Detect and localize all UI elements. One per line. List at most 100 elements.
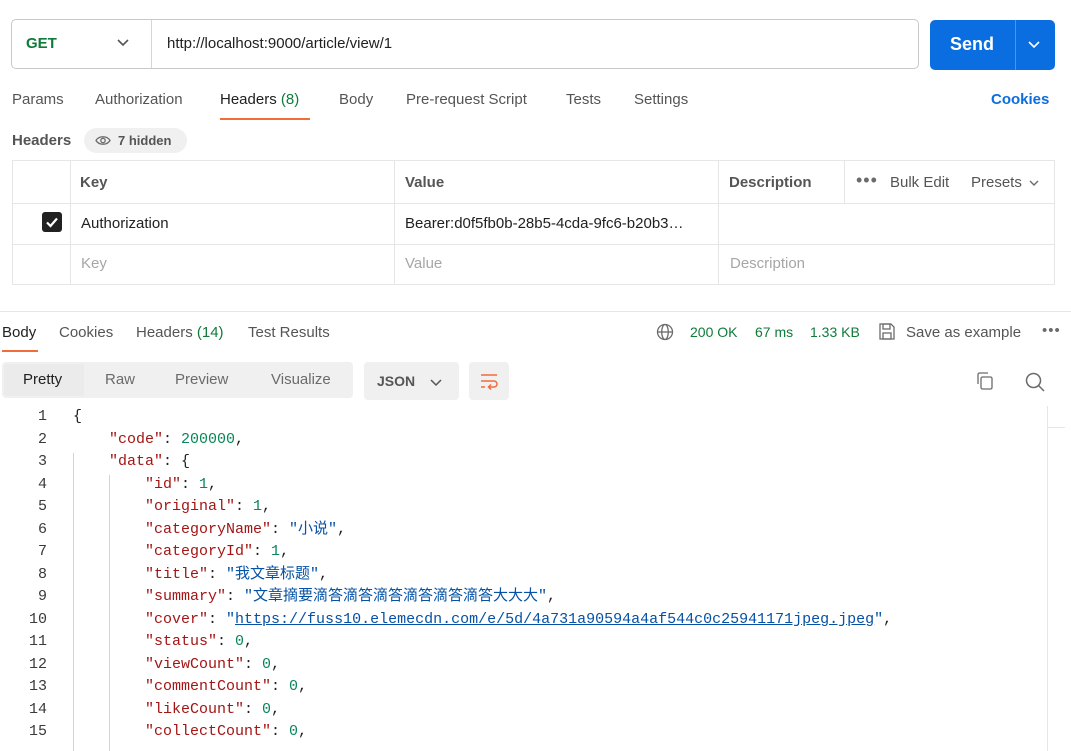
code-line: 4 "id": 1, (0, 474, 1071, 496)
send-divider (1015, 20, 1016, 70)
chevron-down-icon (117, 39, 129, 47)
cookies-link[interactable]: Cookies (991, 91, 1049, 108)
hidden-headers-toggle[interactable]: 7 hidden (84, 128, 187, 153)
more-options-icon[interactable]: ••• (1042, 322, 1061, 339)
code-line: 13 "commentCount": 0, (0, 676, 1071, 698)
response-tab-headers-label: Headers (136, 324, 193, 341)
globe-icon[interactable] (656, 323, 674, 341)
row-divider (13, 244, 1054, 245)
response-time[interactable]: 67 ms (755, 324, 793, 340)
line-number: 6 (37, 521, 47, 538)
tab-authorization[interactable]: Authorization (95, 91, 183, 108)
line-number: 3 (37, 453, 47, 470)
view-tab-pretty[interactable]: Pretty (23, 371, 62, 388)
view-tab-preview[interactable]: Preview (175, 371, 228, 388)
tab-params[interactable]: Params (12, 91, 64, 108)
tab-headers-label: Headers (220, 91, 277, 108)
save-icon (879, 323, 895, 340)
wrap-lines-button[interactable] (469, 362, 509, 400)
line-number: 12 (28, 656, 47, 673)
code-line: 14 "likeCount": 0, (0, 699, 1071, 721)
code-line: 11 "status": 0, (0, 631, 1071, 653)
tab-pre-request-script[interactable]: Pre-request Script (406, 91, 527, 108)
column-header-description: Description (729, 174, 812, 191)
line-number: 9 (37, 588, 47, 605)
save-as-example-button[interactable]: Save as example (906, 324, 1021, 341)
view-tab-raw[interactable]: Raw (105, 371, 135, 388)
response-size[interactable]: 1.33 KB (810, 324, 860, 340)
response-status[interactable]: 200 OK (690, 324, 737, 340)
chevron-down-icon (430, 379, 442, 387)
request-url-bar: GET http://localhost:9000/article/view/1 (11, 19, 919, 69)
scrollbar-edge (1047, 427, 1065, 428)
column-header-value: Value (405, 174, 445, 191)
response-tab-test-results[interactable]: Test Results (248, 324, 330, 341)
bulk-edit-button[interactable]: Bulk Edit (890, 174, 949, 191)
format-select[interactable]: JSON (364, 362, 459, 400)
code-line: 7 "categoryId": 1, (0, 541, 1071, 563)
send-button[interactable]: Send (930, 20, 1055, 70)
line-number: 2 (37, 431, 47, 448)
code-line: 10 "cover": "https://fuss10.elemecdn.com/… (0, 609, 1071, 631)
col-divider (718, 161, 719, 284)
new-description-input[interactable]: Description (730, 255, 805, 272)
code-line: 12 "viewCount": 0, (0, 654, 1071, 676)
tab-settings[interactable]: Settings (634, 91, 688, 108)
code-line: 8 "title": "我文章标题", (0, 564, 1071, 586)
tab-body[interactable]: Body (339, 91, 373, 108)
cover-url-link[interactable]: https://fuss10.elemecdn.com/e/5d/4a731a9… (235, 611, 874, 628)
line-number: 10 (28, 611, 47, 628)
new-value-input[interactable]: Value (405, 255, 442, 272)
line-number: 4 (37, 476, 47, 493)
header-key[interactable]: Authorization (81, 215, 169, 232)
line-number: 14 (28, 701, 47, 718)
search-icon[interactable] (1024, 371, 1046, 393)
col-divider (844, 161, 845, 203)
active-tab-indicator (220, 118, 310, 120)
header-enabled-checkbox[interactable] (42, 212, 62, 232)
new-key-input[interactable]: Key (81, 255, 107, 272)
line-number: 8 (37, 566, 47, 583)
code-line: 2 "code": 200000, (0, 429, 1071, 451)
format-value: JSON (377, 373, 416, 389)
response-tab-body[interactable]: Body (2, 324, 36, 341)
code-line: 9 "summary": "文章摘要滴答滴答滴答滴答滴答滴答大大大", (0, 586, 1071, 608)
row-divider (13, 203, 1054, 204)
response-tab-cookies[interactable]: Cookies (59, 324, 113, 341)
line-number: 11 (28, 633, 47, 650)
col-divider (394, 161, 395, 284)
chevron-down-icon (1029, 180, 1039, 186)
indent-guide (73, 453, 74, 751)
presets-label: Presets (971, 174, 1022, 191)
active-response-tab-indicator (2, 350, 38, 352)
headers-table: Key Value Description ••• Bulk Edit Pres… (12, 160, 1055, 285)
line-number: 1 (37, 408, 47, 425)
chevron-down-icon[interactable] (1027, 36, 1041, 54)
header-value[interactable]: Bearer:d0f5fb0b-28b5-4cda-9fc6-b20b3… (405, 215, 684, 232)
method-value: GET (26, 35, 57, 52)
more-options-icon[interactable]: ••• (856, 170, 878, 191)
column-header-key: Key (80, 174, 108, 191)
scrollbar-track[interactable] (1047, 406, 1048, 751)
url-input[interactable]: http://localhost:9000/article/view/1 (167, 35, 392, 52)
line-number: 13 (28, 678, 47, 695)
checkmark-icon (46, 217, 58, 228)
send-label: Send (950, 34, 995, 54)
tab-tests[interactable]: Tests (566, 91, 601, 108)
code-line: 3 "data": { (0, 451, 1071, 473)
presets-dropdown[interactable]: Presets (971, 174, 1022, 191)
line-number: 7 (37, 543, 47, 560)
wrap-lines-icon (481, 374, 498, 390)
hidden-count: 7 hidden (118, 133, 172, 148)
copy-icon[interactable] (975, 371, 995, 391)
line-number: 15 (28, 723, 47, 740)
code-line: 5 "original": 1, (0, 496, 1071, 518)
eye-icon (95, 136, 111, 145)
method-select[interactable]: GET (12, 20, 152, 68)
tab-headers[interactable]: Headers (8) (220, 91, 299, 108)
code-line: 1{ (0, 406, 1071, 428)
response-tab-headers[interactable]: Headers (14) (136, 324, 224, 341)
view-tab-visualize[interactable]: Visualize (271, 371, 331, 388)
response-divider (0, 311, 1071, 312)
response-body-viewer[interactable]: 1{ 2 "code": 200000, 3 "data": { 4 "id": 1,… (0, 406, 1071, 751)
